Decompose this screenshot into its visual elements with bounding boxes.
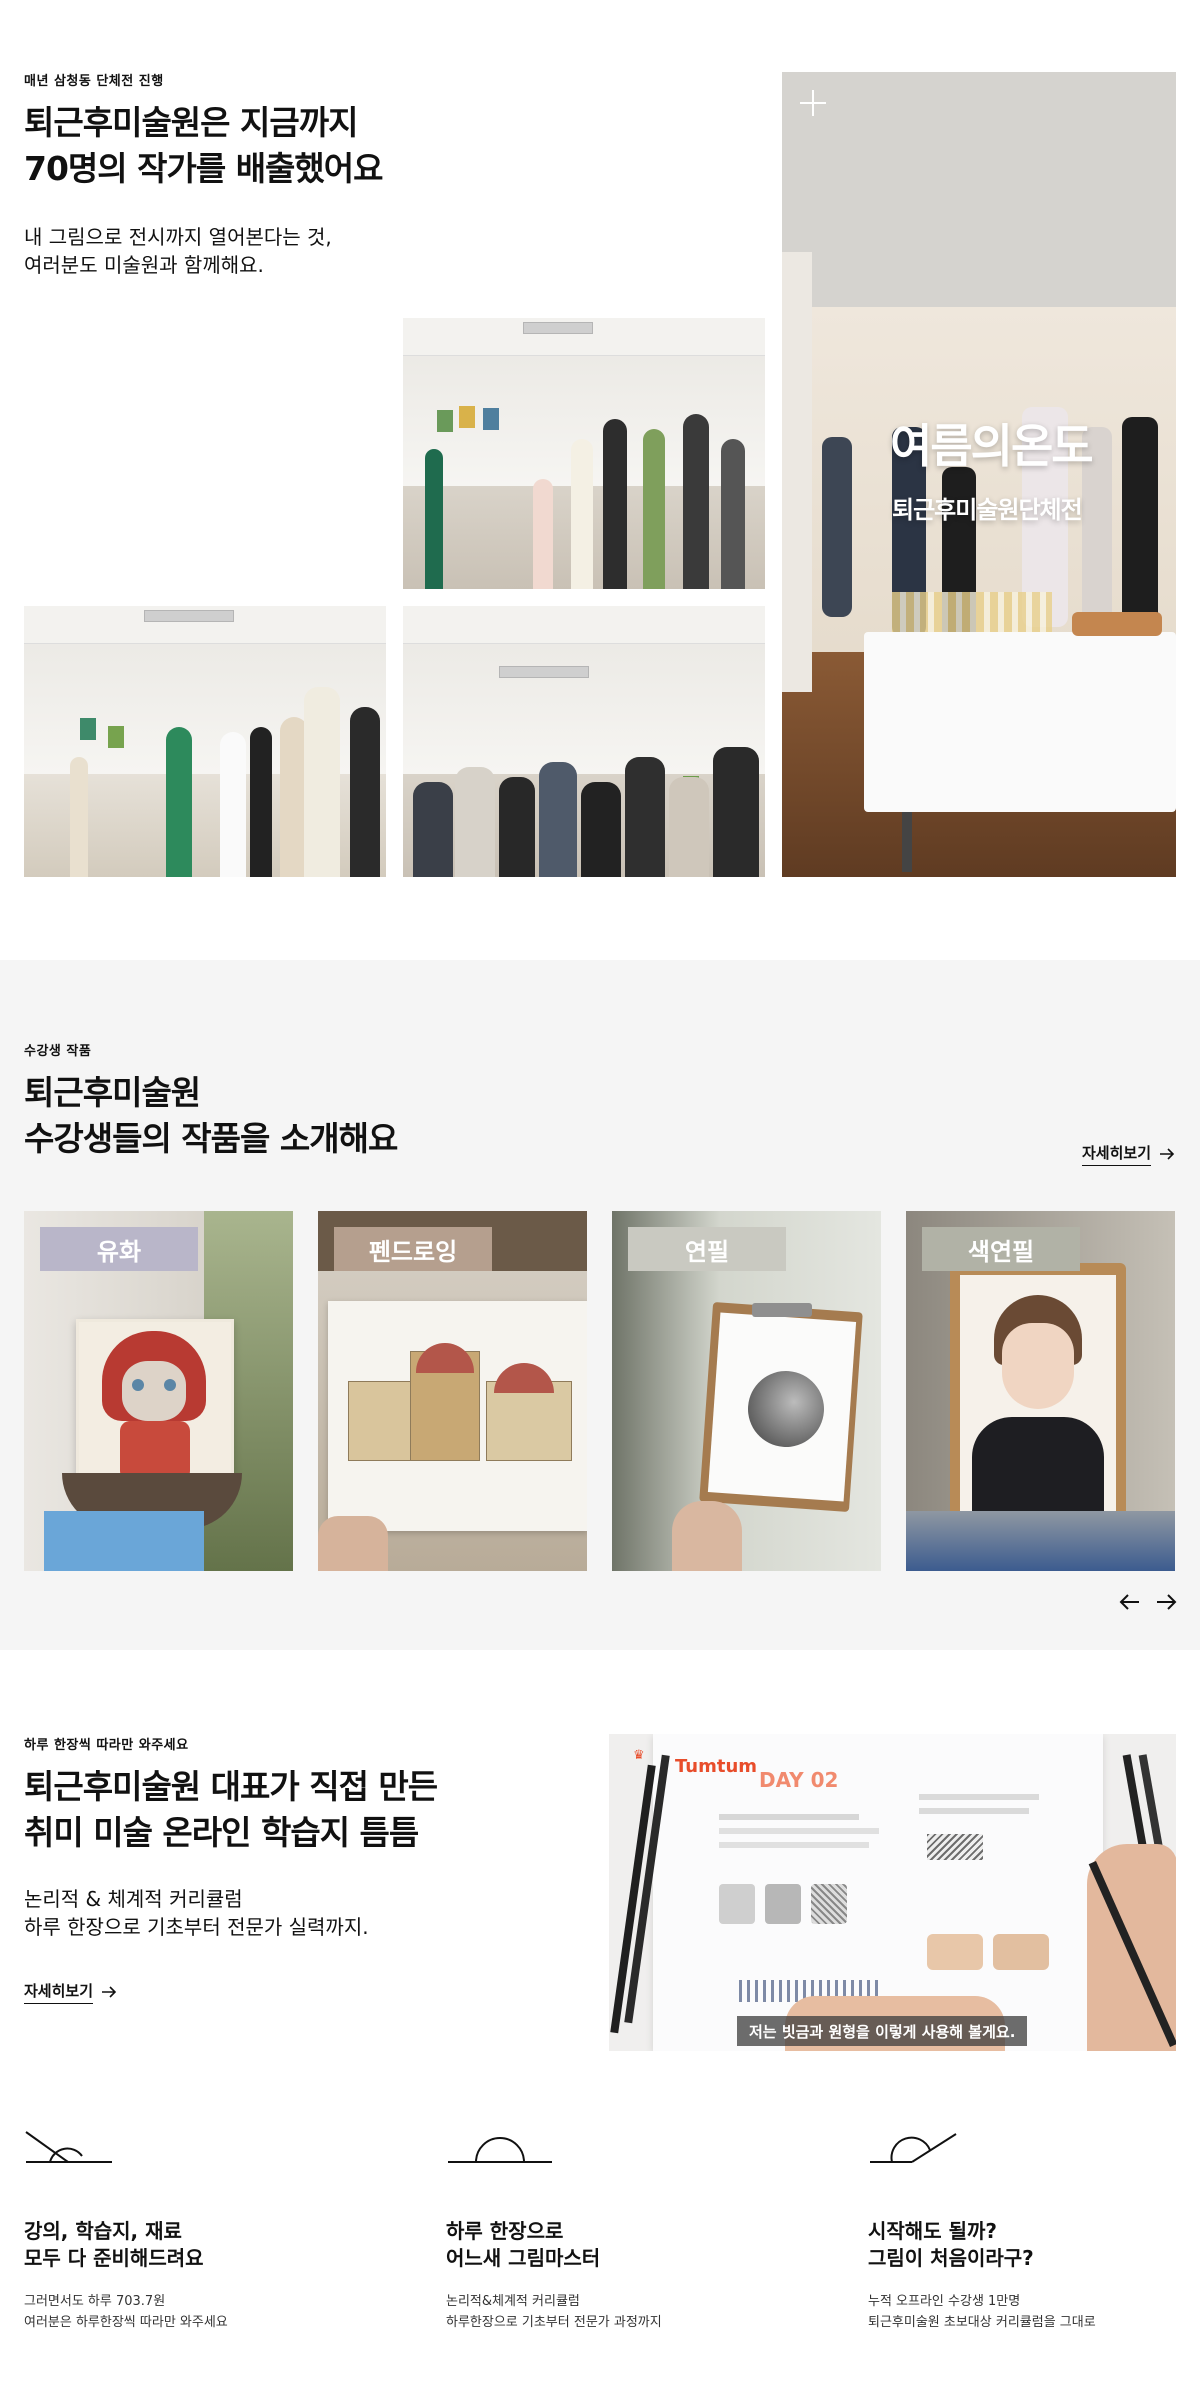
feature-item: 시작해도 될까? 그림이 처음이라구? 누적 오프라인 수강생 1만명 퇴근후미…	[868, 2126, 1176, 2334]
arrow-right-icon	[102, 1986, 117, 1998]
hero-eyebrow: 매년 삼청동 단체전 진행	[24, 74, 164, 89]
feature-overlay-subtitle: 퇴근후미술원단체전	[892, 496, 1083, 524]
exhibition-feature-photo: 여름의온도 퇴근후미술원단체전	[782, 72, 1176, 877]
student-works-section: 수강생 작품 퇴근후미술원 수강생들의 작품을 소개해요 자세히보기 유화 펜드…	[0, 960, 1200, 1650]
hero-lead: 내 그림으로 전시까지 열어본다는 것, 여러분도 미술원과 함께해요.	[24, 225, 332, 277]
work-card-label: 색연필	[922, 1227, 1080, 1271]
arrow-right-icon	[1157, 1594, 1177, 1610]
exhibition-photo-3	[403, 606, 765, 877]
workbook-brand: Tumtum	[675, 1756, 758, 1777]
sunrise-tilt-icon	[870, 2133, 957, 2163]
plus-icon[interactable]	[798, 88, 828, 118]
exhibition-photo-2	[24, 606, 386, 877]
feature-title: 시작해도 될까? 그림이 처음이라구?	[868, 2219, 1034, 2270]
work-card-oil[interactable]: 유화	[24, 1211, 293, 1571]
workbook-more-link[interactable]: 자세히보기	[24, 1980, 117, 2004]
works-more-label: 자세히보기	[1082, 1142, 1152, 1166]
sun-rising-icon	[448, 2137, 552, 2163]
feature-subtitle: 누적 오프라인 수강생 1만명 퇴근후미술원 초보대상 커리큘럼을 그대로	[868, 2294, 1096, 2330]
workbook-title: 퇴근후미술원 대표가 직접 만든 취미 미술 온라인 학습지 틈틈	[24, 1767, 438, 1852]
exhibition-photo-1	[403, 318, 765, 589]
works-more-link[interactable]: 자세히보기	[1082, 1142, 1175, 1166]
work-card-pencil[interactable]: 연필	[612, 1211, 881, 1571]
feature-subtitle: 그러면서도 하루 703.7원 여러분은 하루한장씩 따라만 와주세요	[24, 2294, 228, 2330]
work-card-label: 연필	[628, 1227, 786, 1271]
workbook-lead: 논리적 & 체계적 커리큘럼 하루 한장으로 기초부터 전문가 실력까지.	[24, 1887, 369, 1939]
workbook-more-label: 자세히보기	[24, 1980, 94, 2004]
workbook-day: DAY 02	[759, 1768, 839, 1792]
workbook-eyebrow: 하루 한장씩 따라만 와주세요	[24, 1738, 189, 1753]
works-eyebrow: 수강생 작품	[24, 1044, 92, 1059]
carousel-prev-button[interactable]	[1118, 1590, 1142, 1614]
feature-overlay-title: 여름의온도	[890, 419, 1094, 473]
feature-item: 하루 한장으로 어느새 그림마스터 논리적&체계적 커리큘럼 하루한장으로 기초…	[446, 2126, 826, 2334]
work-card-pen[interactable]: 펜드로잉	[318, 1211, 587, 1571]
arrow-left-icon	[1119, 1594, 1139, 1610]
feature-item: 강의, 학습지, 재료 모두 다 준비해드려요 그러면서도 하루 703.7원 …	[24, 2126, 404, 2334]
arrow-right-icon	[1160, 1148, 1175, 1160]
feature-title: 하루 한장으로 어느새 그림마스터	[446, 2219, 601, 2270]
work-card-label: 펜드로잉	[334, 1227, 492, 1271]
work-card-colored-pencil[interactable]: 색연필	[906, 1211, 1175, 1571]
works-title: 퇴근후미술원 수강생들의 작품을 소개해요	[24, 1073, 398, 1158]
sunrise-low-icon	[25, 2131, 112, 2163]
workbook-caption: 저는 빗금과 원형을 이렇게 사용해 볼게요.	[737, 2016, 1028, 2046]
feature-title: 강의, 학습지, 재료 모두 다 준비해드려요	[24, 2219, 204, 2270]
feature-subtitle: 논리적&체계적 커리큘럼 하루한장으로 기초부터 전문가 과정까지	[446, 2294, 662, 2330]
workbook-photo: ♛ Tumtum DAY 02 저는 빗금과 원형을 이렇게 사용해 볼게요.	[609, 1734, 1176, 2051]
crown-icon: ♛	[633, 1748, 645, 1763]
carousel-next-button[interactable]	[1154, 1590, 1178, 1614]
work-card-label: 유화	[40, 1227, 198, 1271]
hero-title: 퇴근후미술원은 지금까지 70명의 작가를 배출했어요	[24, 103, 384, 188]
